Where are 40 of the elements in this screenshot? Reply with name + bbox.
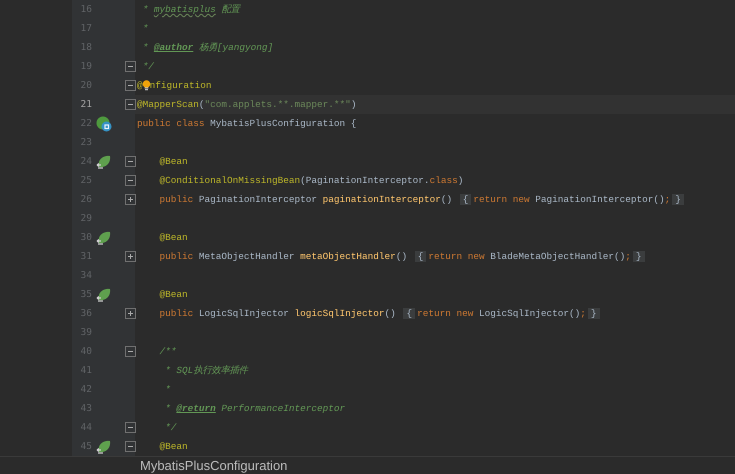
code-line: @Bean — [158, 231, 188, 245]
expand-icon[interactable] — [125, 308, 136, 319]
code-line: * mybatisplus 配置 — [142, 3, 240, 17]
fold-end-icon[interactable] — [125, 422, 136, 433]
code-line: public LogicSqlInjector logicSqlInjector() { return new LogicSqlInjector(); } — [137, 304, 602, 323]
fold-icon[interactable] — [125, 441, 136, 452]
code-line: /** — [158, 345, 176, 359]
breadcrumb[interactable]: MybatisPlusConfiguration — [140, 458, 288, 473]
code-line: * @return PerformanceInterceptor — [164, 402, 346, 416]
code-line: public MetaObjectHandler metaObjectHandler() { return new BladeMetaObjectHandler(); } — [137, 247, 647, 266]
bean-icon[interactable] — [96, 230, 112, 246]
code-line: @Bean — [158, 155, 188, 169]
fold-icon[interactable] — [125, 346, 136, 357]
fold-icon[interactable] — [125, 99, 136, 110]
lightbulb-icon[interactable] — [142, 78, 151, 93]
code-line: @Bean — [158, 288, 188, 302]
bean-icon[interactable] — [96, 154, 112, 170]
line-number: 21 — [80, 99, 92, 110]
code-line: * — [142, 22, 148, 36]
code-line: public class MybatisPlusConfiguration { — [137, 117, 356, 131]
bean-icon[interactable] — [96, 286, 112, 302]
expand-icon[interactable] — [125, 251, 136, 262]
code-line: nfiguration — [150, 79, 212, 93]
code-line: @ — [137, 79, 143, 93]
class-icon[interactable] — [96, 116, 112, 132]
code-line: @Bean — [158, 440, 188, 454]
fold-icon[interactable] — [125, 80, 136, 91]
expand-icon[interactable] — [125, 194, 136, 205]
fold-icon[interactable] — [125, 156, 136, 167]
code-line: */ — [142, 60, 154, 74]
bean-icon[interactable] — [96, 438, 112, 454]
fold-icon[interactable] — [125, 175, 136, 186]
fold-end-icon[interactable] — [125, 61, 136, 72]
code-line: @MapperScan("com.applets.**.mapper.**") — [137, 98, 356, 112]
code-line: * SQL执行效率插件 — [164, 364, 248, 378]
code-line: */ — [164, 421, 176, 435]
code-line: * @author 杨勇[yangyong] — [142, 41, 274, 55]
code-line: * — [164, 383, 171, 397]
code-line: public PaginationInterceptor paginationInterceptor() { return new PaginationInterceptor(); } — [137, 190, 686, 209]
code-line: @ConditionalOnMissingBean(PaginationInterceptor.class) — [158, 174, 464, 188]
